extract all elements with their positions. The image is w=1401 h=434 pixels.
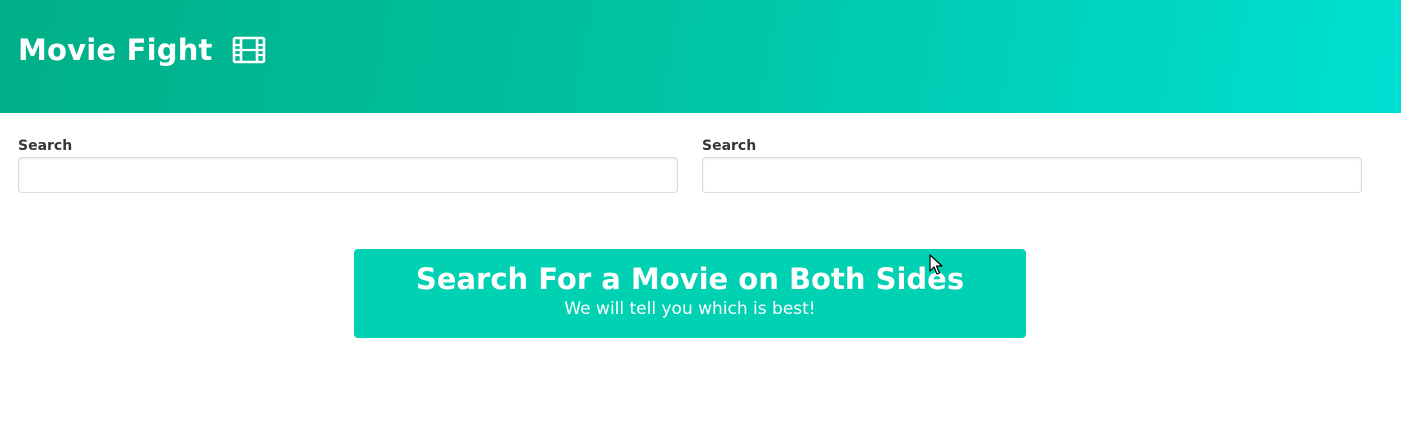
tutorial-title: Search For a Movie on Both Sides [415,262,965,296]
left-search-label: Search [18,138,73,154]
right-search-input[interactable] [702,157,1362,193]
left-search-input[interactable] [18,157,678,193]
tutorial-notification: Search For a Movie on Both Sides We will… [354,249,1026,338]
left-search-column: Search [18,137,678,193]
app-title: Movie Fight [18,33,213,67]
hero-banner: Movie Fight [0,0,1401,113]
tutorial-subtitle: We will tell you which is best! [564,299,816,319]
mouse-cursor-icon [929,254,943,276]
film-icon [232,36,266,64]
brand: Movie Fight [18,30,266,70]
right-search-label: Search [702,138,757,154]
right-search-column: Search [702,137,1362,193]
